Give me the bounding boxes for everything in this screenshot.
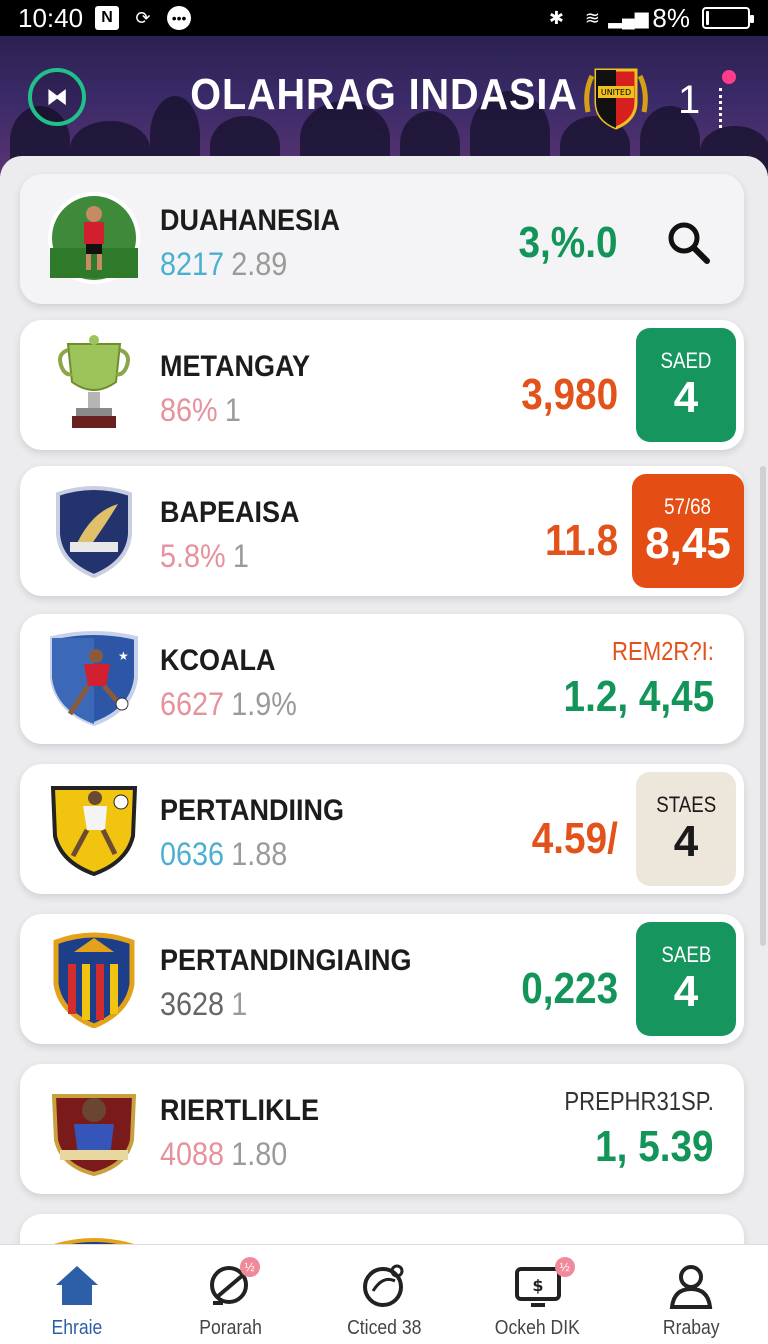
item-subtitle: 5.8% 1 [160,538,249,574]
item-value: 1.2, 4,45 [563,672,714,721]
item-label: PREPHR31SP. [564,1086,714,1116]
nav-item-home[interactable]: Ehraie [0,1245,154,1344]
nav-item-matches[interactable]: ½ Porarah [154,1245,308,1344]
tick-icon [712,88,722,128]
player-avatar [44,188,144,288]
item-value: 11.8 [544,516,618,565]
team-crest-icon [44,1078,144,1178]
score-box-value: 4 [673,372,699,422]
score-box-label: 57/68 [664,493,712,519]
notification-count[interactable]: 1 [678,78,700,123]
team-crest-icon [44,928,144,1028]
status-bar: 10:40 N ⟳ ••• ✱ ≋ ▂▄▆ 8% [0,0,768,36]
item-label: REM2R?I: [612,636,714,666]
item-subtitle: 3628 1 [160,986,248,1022]
item-title: RIERTLIKLE [160,1094,320,1127]
team-crest-icon [44,1228,144,1244]
battery-fill [706,11,710,25]
list-item[interactable]: DUAHANESIA 8217 2.89 3,%.0 [20,174,744,304]
score-box[interactable]: 57/68 8,45 [632,474,744,588]
item-title: DUAHANESIA [160,204,341,237]
item-subtitle: 0636 1.88 [160,836,288,872]
score-box[interactable]: SAEB 4 [636,922,736,1036]
item-value: 4.59/ [531,814,618,863]
nav-badge: ½ [554,1257,575,1277]
item-value: 1, 5.39 [595,1122,714,1171]
message-icon: ••• [167,6,192,30]
team-crest-icon: ★ [44,628,144,728]
nav-label: Ockeh DIK [495,1317,581,1339]
list-item[interactable]: PERTANDINGIAING 3628 1 0,223 SAEB 4 [20,914,744,1044]
score-box-label: SAEB [661,941,711,967]
score-box[interactable]: STAES 4 [636,772,736,886]
item-subtitle: 6627 1.9% [160,686,297,722]
item-title: METANGAY [160,350,311,383]
item-title: BAPEAISA [160,496,300,529]
sync-icon: ⟳ [135,7,151,28]
nav-label: Ehraie [51,1317,103,1339]
item-subtitle: 4088 1.80 [160,1136,288,1172]
ball-outline-icon [362,1264,404,1307]
trophy-icon [44,334,144,434]
item-subtitle: 86% 1 [160,392,241,428]
nav-item-profile[interactable]: Rrabay [614,1245,768,1344]
item-value: 0,223 [521,964,618,1013]
score-box-label: STAES [656,791,716,817]
scrollbar[interactable] [760,466,766,946]
score-box-value: 8,45 [645,518,731,568]
battery-icon [702,7,754,29]
list-item[interactable]: ★ KCOALA 6627 1.9% REM2R?I: 1.2, 4,45 [20,614,744,744]
battery-percent: 8% [652,2,690,33]
nav-label: Porarah [199,1317,262,1339]
list-item[interactable]: BAPEAISA 5.8% 1 11.8 57/68 8,45 [20,466,744,596]
search-icon[interactable] [666,220,710,264]
item-title: PERTANDINGIAING [160,944,412,977]
score-box-label: SAED [660,347,712,373]
notification-dot [722,70,736,84]
svg-text:UNITED: UNITED [601,88,631,97]
svg-text:$: $ [532,1276,543,1295]
team-crest-icon [44,480,144,580]
item-title: PERTANDIING [160,794,345,827]
wifi-icon: ≋ [584,7,600,28]
nav-label: Rrabay [662,1317,720,1339]
signal-icon: ▂▄▆ [608,7,649,28]
list-item[interactable] [20,1214,744,1244]
item-value: 3,%.0 [518,218,618,267]
list-item[interactable]: METANGAY 86% 1 3,980 SAED 4 [20,320,744,450]
item-title: KCOALA [160,644,276,677]
nav-badge: ½ [239,1257,260,1277]
score-box-value: 4 [673,966,699,1016]
bluetooth-icon: ✱ [548,7,564,28]
home-icon [55,1266,98,1305]
notification-icon: N [95,6,120,30]
score-box-value: 4 [673,816,699,866]
item-subtitle: 8217 2.89 [160,246,288,282]
nav-item-tv[interactable]: ½ $ Ockeh DIK [461,1245,615,1344]
item-value: 3,980 [521,370,618,419]
score-box[interactable]: SAED 4 [636,328,736,442]
bottom-nav: Ehraie ½ Porarah Cticed 38 ½ $ Ockeh DIK [0,1244,768,1344]
nav-item-live[interactable]: Cticed 38 [307,1245,461,1344]
nav-label: Cticed 38 [346,1317,422,1339]
svg-text:★: ★ [118,649,129,663]
match-list[interactable]: DUAHANESIA 8217 2.89 3,%.0 METANGAY 86% 1 … [0,156,768,1244]
list-item[interactable]: PERTANDIING 0636 1.88 4.59/ STAES 4 [20,764,744,894]
status-time: 10:40 [18,2,84,33]
team-crest-icon [44,778,144,878]
user-icon [669,1265,713,1309]
app-header: ⧓ OLAHRAG INDASIA UNITED 1 [0,36,768,176]
club-crest-icon[interactable]: UNITED [580,62,652,134]
list-item[interactable]: RIERTLIKLE 4088 1.80 PREPHR31SP. 1, 5.39 [20,1064,744,1194]
